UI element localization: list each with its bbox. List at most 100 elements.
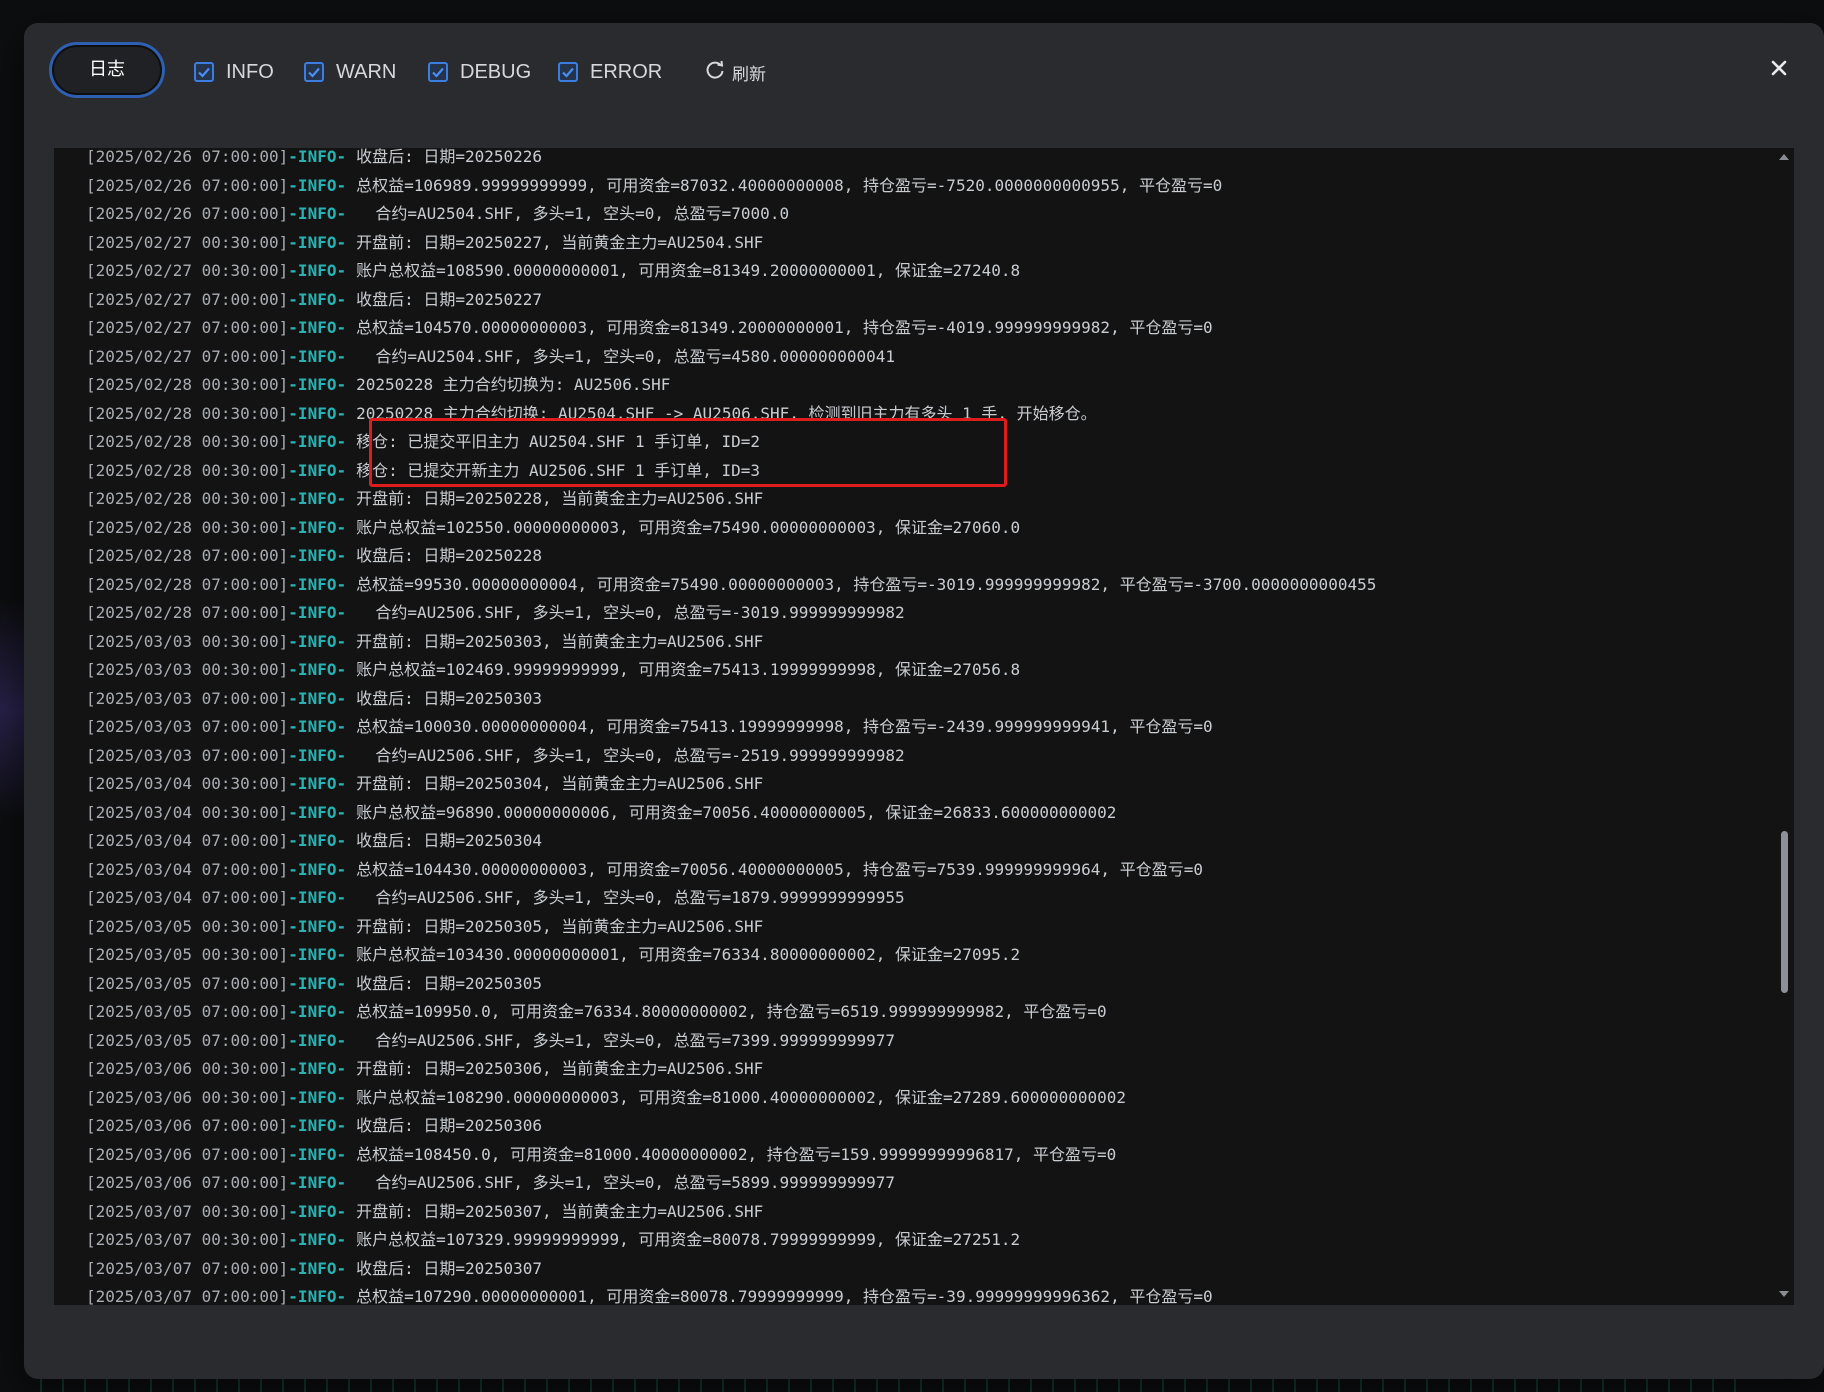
log-message: 账户总权益=103430.00000000001, 可用资金=76334.800… [356,945,1021,964]
log-timestamp: [2025/03/07 00:30:00] [86,1201,289,1221]
scroll-thumb[interactable] [1781,831,1788,993]
log-line: [2025/03/04 07:00:00]-INFO- 合约=AU2506.SH… [86,884,905,912]
filter-info-checkbox[interactable]: INFO [194,59,274,85]
log-line: [2025/02/27 00:30:00]-INFO- 开盘前: 日期=20250… [86,229,763,257]
log-dialog: 日志 INFO WARN DEBUG ERROR 刷新 [2025/02/26 … [24,23,1824,1379]
log-line: [2025/02/27 07:00:00]-INFO- 总权益=104570.00… [86,314,1213,342]
refresh-button[interactable]: 刷新 [704,59,766,85]
log-timestamp: [2025/02/28 00:30:00] [86,517,289,537]
log-message: 总权益=109950.0, 可用资金=76334.80000000002, 持仓… [356,1002,1107,1021]
log-line: [2025/03/03 07:00:00]-INFO- 总权益=100030.00… [86,713,1213,741]
log-timestamp: [2025/03/06 07:00:00] [86,1173,289,1192]
log-message: 合约=AU2506.SHF, 多头=1, 空头=0, 总盈亏=-2519.999… [356,745,905,765]
log-level: -INFO- [288,1173,347,1192]
log-level: -INFO- [288,204,347,223]
log-message: 收盘后: 日期=20250303 [356,688,543,708]
log-level: -INFO- [288,489,347,508]
log-message: 移仓: 已提交开新主力 AU2506.SHF 1 手订单, ID=3 [356,460,761,480]
log-level: -INFO- [288,831,347,850]
log-level: -INFO- [288,745,347,765]
log-message: 合约=AU2506.SHF, 多头=1, 空头=0, 总盈亏=7399.9999… [356,1030,896,1050]
log-timestamp: [2025/02/28 00:30:00] [86,403,289,423]
log-level: -INFO- [288,1201,347,1221]
log-message: 开盘前: 日期=20250227, 当前黄金主力=AU2504.SHF [356,232,764,252]
log-level: -INFO- [288,1087,347,1107]
log-level: -INFO- [288,148,347,166]
log-message: 账户总权益=96890.00000000006, 可用资金=70056.4000… [356,802,1117,822]
filter-debug-checkbox[interactable]: DEBUG [428,59,531,85]
log-level: -INFO- [288,289,347,309]
log-timestamp: [2025/02/28 07:00:00] [86,546,289,565]
log-timestamp: [2025/02/28 07:00:00] [86,603,289,622]
log-message: 收盘后: 日期=20250307 [356,1258,543,1278]
log-line: [2025/03/07 00:30:00]-INFO- 账户总权益=107329.… [86,1226,1020,1254]
log-message: 总权益=99530.00000000004, 可用资金=75490.000000… [356,574,1377,594]
log-level: -INFO- [288,688,347,708]
log-line: [2025/03/07 00:30:00]-INFO- 开盘前: 日期=20250… [86,1198,763,1226]
log-timestamp: [2025/02/27 07:00:00] [86,318,289,337]
log-level: -INFO- [288,973,347,993]
filter-warn-checkbox[interactable]: WARN [304,59,396,85]
log-timestamp: [2025/02/26 07:00:00] [86,175,289,195]
log-message: 账户总权益=108590.00000000001, 可用资金=81349.200… [356,261,1021,280]
log-level: -INFO- [288,774,347,793]
close-button[interactable] [1764,53,1794,83]
log-line: [2025/02/28 00:30:00]-INFO- 开盘前: 日期=20250… [86,485,763,513]
log-message: 合约=AU2504.SHF, 多头=1, 空头=0, 总盈亏=4580.0000… [356,346,896,366]
log-message: 开盘前: 日期=20250228, 当前黄金主力=AU2506.SHF [356,489,764,508]
log-timestamp: [2025/03/05 00:30:00] [86,945,289,964]
scroll-down-arrow-icon[interactable] [1779,1291,1789,1297]
log-line: [2025/02/26 07:00:00]-INFO- 合约=AU2504.SH… [86,200,789,228]
log-message: 收盘后: 日期=20250228 [356,546,543,565]
log-message: 总权益=108450.0, 可用资金=81000.40000000002, 持仓… [356,1144,1117,1164]
log-timestamp: [2025/03/04 07:00:00] [86,831,289,850]
log-message: 总权益=106989.99999999999, 可用资金=87032.40000… [356,175,1223,195]
log-line: [2025/02/28 00:30:00]-INFO- 移仓: 已提交平旧主力 A… [86,428,760,456]
log-message: 合约=AU2506.SHF, 多头=1, 空头=0, 总盈亏=1879.9999… [356,888,905,907]
scroll-up-arrow-icon[interactable] [1779,154,1789,160]
log-message: 收盘后: 日期=20250227 [356,289,543,309]
filter-error-checkbox[interactable]: ERROR [558,59,662,85]
log-level: -INFO- [288,175,347,195]
log-message: 总权益=104430.00000000003, 可用资金=70056.40000… [356,859,1203,879]
log-message: 开盘前: 日期=20250304, 当前黄金主力=AU2506.SHF [356,774,764,793]
log-message: 20250228 主力合约切换为: AU2506.SHF [356,375,671,394]
log-level: -INFO- [288,945,347,964]
log-timestamp: [2025/02/26 07:00:00] [86,204,289,223]
log-level: -INFO- [288,574,347,594]
checkbox-checked-icon [194,62,214,82]
log-message: 开盘前: 日期=20250305, 当前黄金主力=AU2506.SHF [356,916,764,936]
log-line: [2025/03/03 07:00:00]-INFO- 收盘后: 日期=20250… [86,685,542,713]
log-tab-button[interactable]: 日志 [54,47,160,93]
log-timestamp: [2025/03/06 00:30:00] [86,1087,289,1107]
filter-warn-label: WARN [336,60,397,83]
log-output-panel[interactable]: [2025/02/26 07:00:00]-INFO- 收盘后: 日期=20250… [54,148,1794,1305]
log-timestamp: [2025/03/04 07:00:00] [86,859,289,879]
log-line: [2025/03/06 00:30:00]-INFO- 开盘前: 日期=20250… [86,1055,763,1083]
log-line: [2025/02/28 07:00:00]-INFO- 总权益=99530.000… [86,571,1376,599]
refresh-label: 刷新 [732,64,766,85]
log-message: 20250228 主力合约切换: AU2504.SHF -> AU2506.SH… [356,403,1097,423]
log-timestamp: [2025/03/06 07:00:00] [86,1144,289,1164]
log-timestamp: [2025/03/05 07:00:00] [86,1002,289,1021]
close-icon [1771,60,1787,76]
log-message: 移仓: 已提交平旧主力 AU2504.SHF 1 手订单, ID=2 [356,432,761,451]
log-toolbar: 日志 INFO WARN DEBUG ERROR 刷新 [24,23,1824,123]
log-message: 收盘后: 日期=20250306 [356,1116,543,1135]
log-message: 账户总权益=102469.99999999999, 可用资金=75413.199… [356,660,1021,679]
log-line: [2025/02/27 07:00:00]-INFO- 合约=AU2504.SH… [86,343,895,371]
log-message: 收盘后: 日期=20250226 [356,148,543,166]
log-line: [2025/02/28 07:00:00]-INFO- 收盘后: 日期=20250… [86,542,542,570]
log-line: [2025/03/04 00:30:00]-INFO- 账户总权益=96890.0… [86,799,1116,827]
log-message: 合约=AU2504.SHF, 多头=1, 空头=0, 总盈亏=7000.0 [356,204,790,223]
log-message: 开盘前: 日期=20250307, 当前黄金主力=AU2506.SHF [356,1201,764,1221]
log-level: -INFO- [288,261,347,280]
log-level: -INFO- [288,603,347,622]
checkbox-checked-icon [304,62,324,82]
log-line: [2025/02/27 00:30:00]-INFO- 账户总权益=108590.… [86,257,1020,285]
log-level: -INFO- [288,1144,347,1164]
log-message: 总权益=100030.00000000004, 可用资金=75413.19999… [356,717,1213,736]
log-level: -INFO- [288,1116,347,1135]
checkbox-checked-icon [558,62,578,82]
log-scrollbar[interactable] [1774,148,1794,1305]
